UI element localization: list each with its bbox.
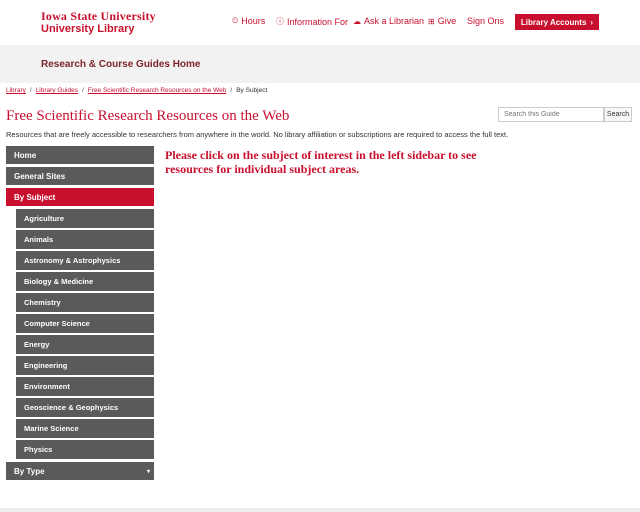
nav-sign-ons-label: Sign Ons	[467, 16, 505, 26]
nav-information-for-label: Information For	[287, 16, 349, 27]
breadcrumb-separator: /	[29, 87, 32, 94]
search-button[interactable]: Search	[604, 107, 632, 122]
footer-divider	[0, 508, 640, 512]
instruction-message: Please click on the subject of interest …	[165, 148, 477, 176]
sidebar-subitem-computer-science[interactable]: Computer Science	[16, 314, 154, 333]
breadcrumb-current: By Subject	[236, 87, 268, 94]
nav-give-label: Give	[437, 16, 457, 26]
chevron-right-icon: ›	[590, 17, 594, 27]
breadcrumb-separator: /	[81, 87, 84, 94]
search-input[interactable]	[498, 107, 604, 122]
sidebar-subitem-physics[interactable]: Physics	[16, 440, 154, 459]
sidebar-subitem-chemistry[interactable]: Chemistry	[16, 293, 154, 312]
clock-icon: ⏲	[232, 16, 239, 25]
guides-home-link[interactable]: Research & Course Guides Home	[41, 59, 201, 70]
library-accounts-label: Library Accounts	[520, 17, 587, 27]
breadcrumb-guide[interactable]: Free Scientific Research Resources on th…	[88, 87, 227, 94]
sidebar-subitem-engineering[interactable]: Engineering	[16, 356, 154, 375]
sidebar-subitem-agriculture[interactable]: Agriculture	[16, 209, 154, 228]
sidebar-subitem-astronomy[interactable]: Astronomy & Astrophysics	[16, 251, 154, 270]
nav-ask-librarian[interactable]: ☁ Ask a Librarian	[353, 16, 424, 26]
nav-information-for[interactable]: ⓘ Information For	[276, 16, 348, 27]
page-description: Resources that are freely accessible to …	[6, 130, 509, 139]
breadcrumb-separator: /	[230, 87, 233, 94]
sidebar-subitem-geoscience[interactable]: Geoscience & Geophysics	[16, 398, 154, 417]
nav-ask-librarian-label: Ask a Librarian	[364, 16, 425, 26]
breadcrumb-library[interactable]: Library	[6, 87, 26, 94]
sidebar-subitem-marine-science[interactable]: Marine Science	[16, 419, 154, 438]
breadcrumb: Library / Library Guides / Free Scientific R…	[6, 87, 267, 94]
site-header: Iowa State University University Library…	[0, 0, 640, 44]
nav-hours[interactable]: ⏲ Hours	[232, 16, 265, 26]
nav-sign-ons[interactable]: Sign Ons	[467, 16, 504, 26]
sidebar-subitem-environment[interactable]: Environment	[16, 377, 154, 396]
sidebar-subitem-energy[interactable]: Energy	[16, 335, 154, 354]
sidebar-item-general-sites[interactable]: General Sites	[6, 167, 154, 186]
chat-icon: ☁	[353, 16, 361, 26]
sidebar-item-by-type[interactable]: By Type ▾	[6, 462, 154, 481]
nav-give[interactable]: ⊞ Give	[428, 16, 456, 26]
sidebar-item-by-type-label: By Type	[14, 466, 45, 476]
gift-icon: ⊞	[428, 16, 435, 26]
sidebar-subitem-biology[interactable]: Biology & Medicine	[16, 272, 154, 291]
breadcrumb-library-guides[interactable]: Library Guides	[36, 87, 78, 94]
nav-hours-label: Hours	[241, 16, 266, 26]
library-name[interactable]: University Library	[41, 23, 135, 35]
sidebar-subitem-animals[interactable]: Animals	[16, 230, 154, 249]
university-logo[interactable]: Iowa State University	[41, 9, 156, 24]
sidebar-item-home[interactable]: Home	[6, 146, 154, 165]
caret-down-icon: ▾	[146, 469, 150, 475]
library-accounts-button[interactable]: Library Accounts ›	[515, 14, 599, 30]
page-title: Free Scientific Research Resources on th…	[6, 108, 290, 124]
sidebar-item-by-subject[interactable]: By Subject	[6, 188, 154, 207]
info-icon: ⓘ	[276, 17, 284, 26]
